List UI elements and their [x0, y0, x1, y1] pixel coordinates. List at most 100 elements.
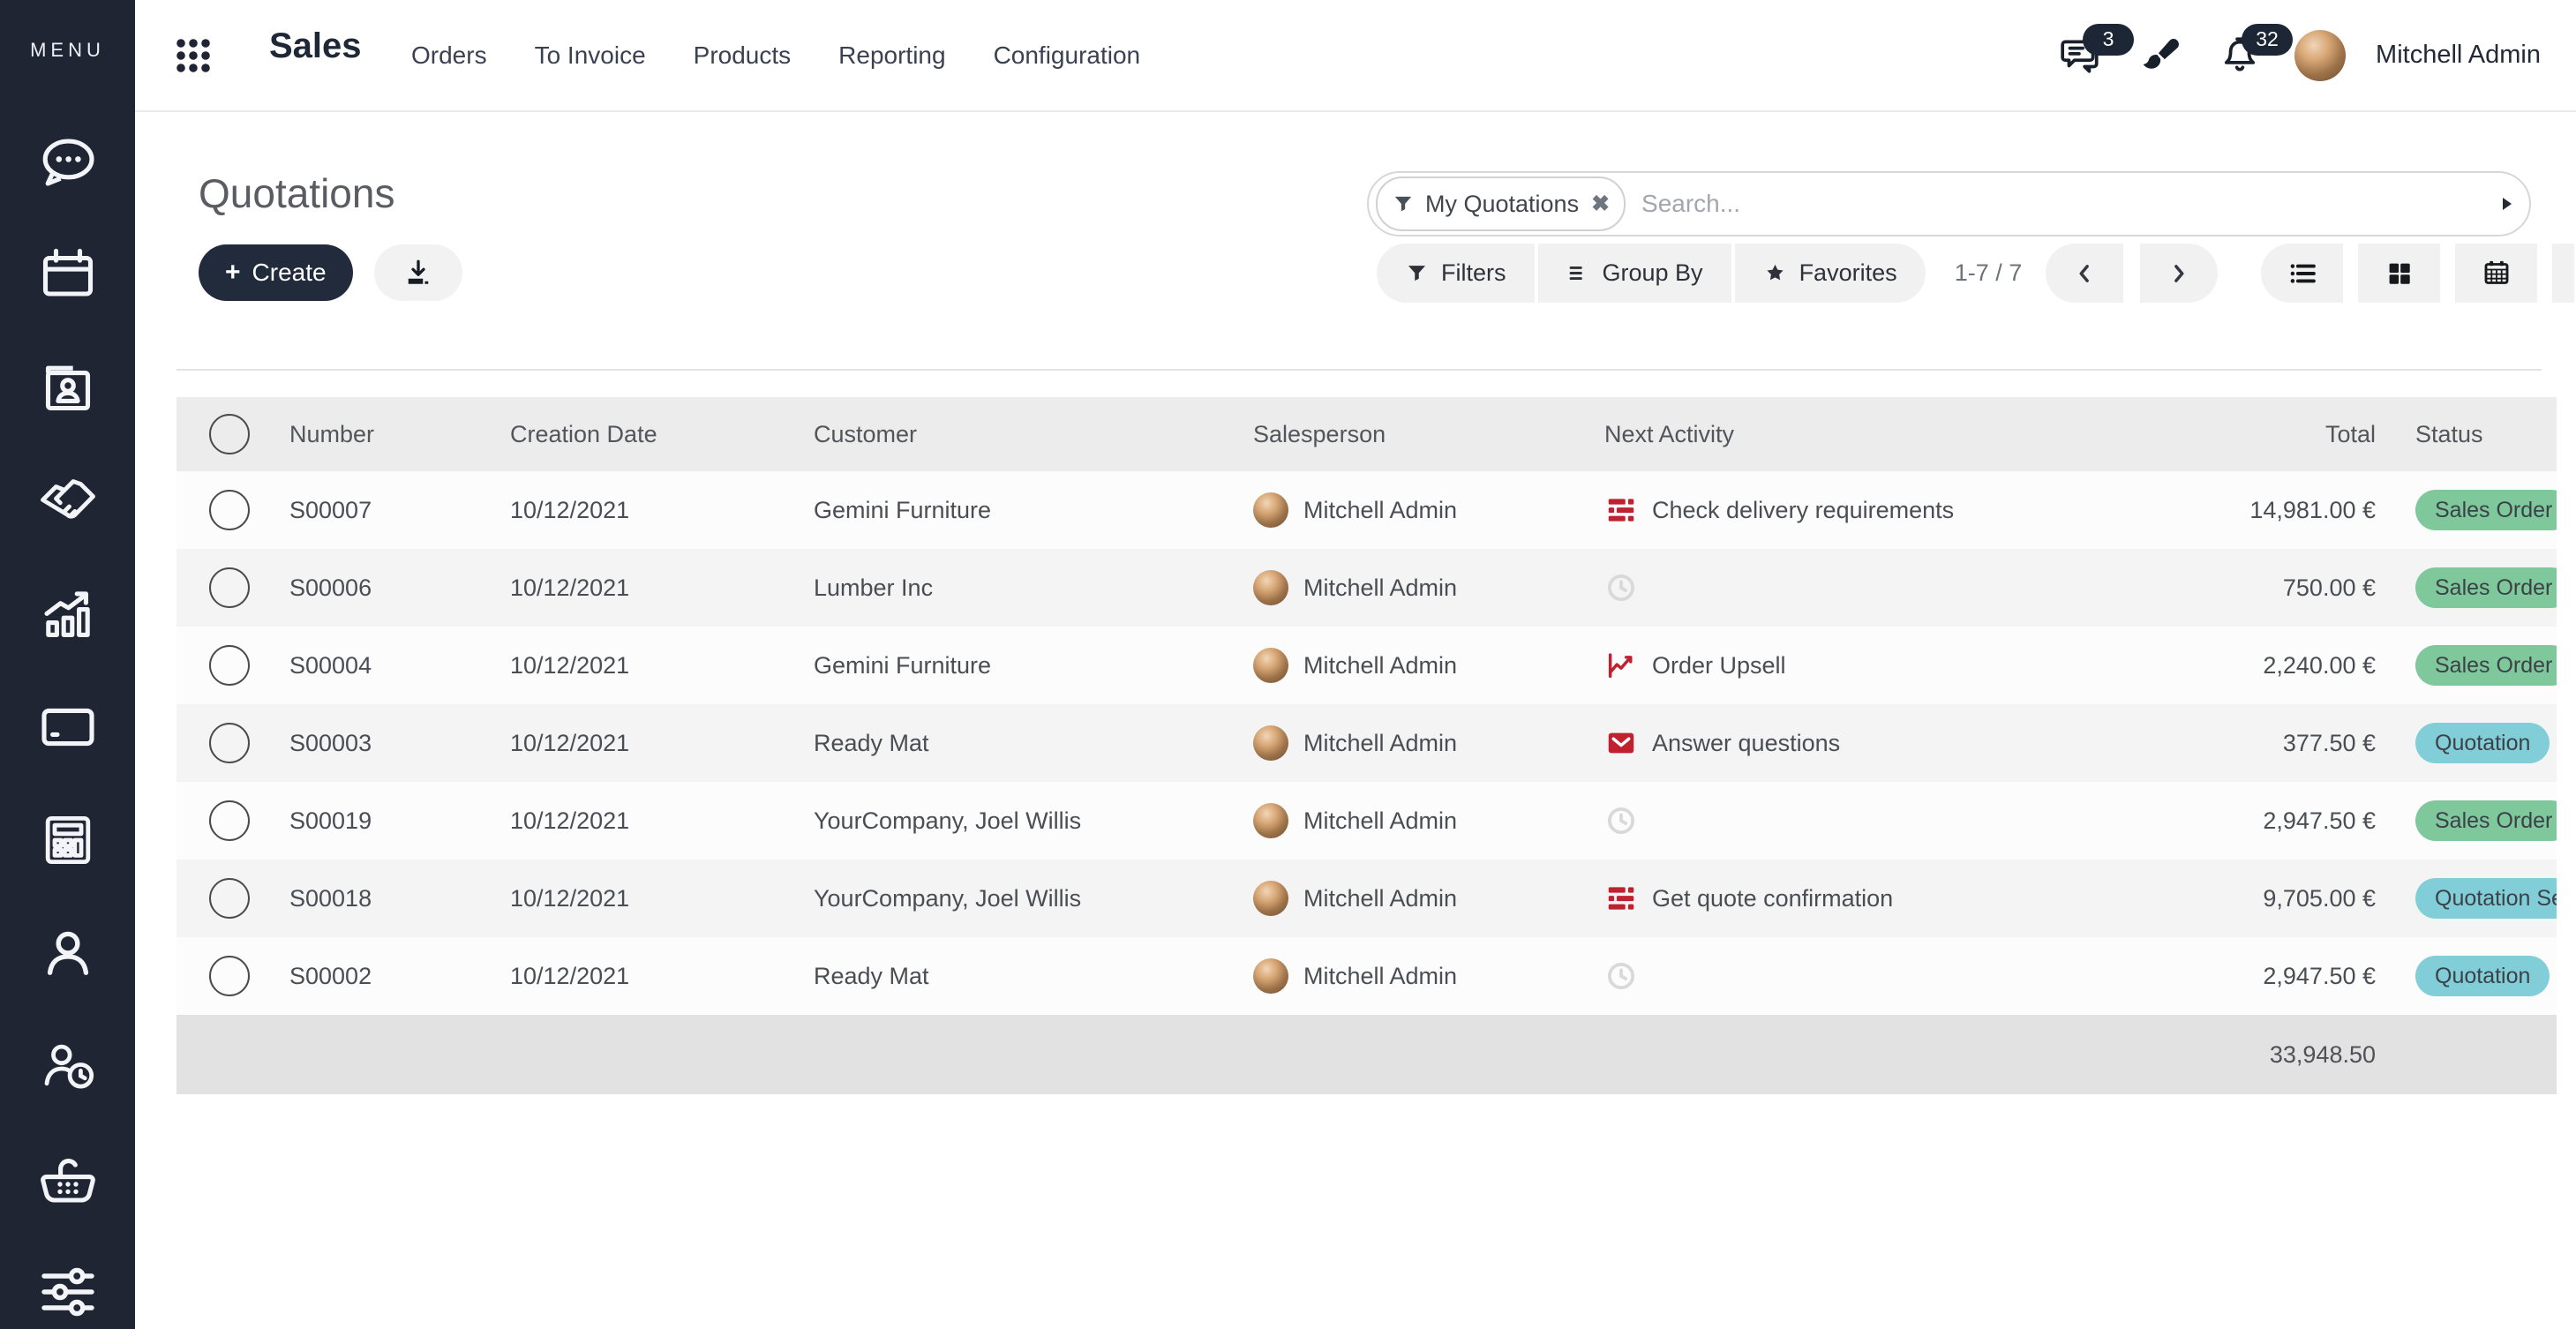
creation-date: 10/12/2021 — [494, 574, 794, 602]
export-button[interactable] — [374, 244, 462, 301]
app-name[interactable]: Sales — [269, 26, 362, 66]
row-checkbox[interactable] — [209, 645, 250, 686]
next-activity-cell[interactable] — [1588, 804, 2065, 837]
select-all-checkbox[interactable] — [209, 414, 250, 454]
next-activity-cell[interactable] — [1588, 959, 2065, 993]
sidebar-item-crm[interactable] — [36, 469, 100, 533]
total-amount: 377.50 € — [2065, 730, 2383, 757]
kanban-view-icon — [2384, 258, 2415, 289]
kanban-view-button[interactable] — [2358, 244, 2440, 303]
handshake-icon — [36, 469, 100, 533]
topbar-right: 3 32 Mitchell Admin — [2056, 0, 2541, 110]
tasks-icon — [1604, 493, 1638, 527]
nav-reporting[interactable]: Reporting — [838, 41, 945, 70]
sidebar-item-employees[interactable] — [36, 921, 100, 985]
create-button[interactable]: + Create — [199, 244, 353, 301]
next-activity-cell[interactable]: Order Upsell — [1588, 649, 2065, 682]
quotation-number: S00003 — [282, 730, 494, 757]
search-input[interactable] — [1640, 189, 2496, 219]
extra-view-button[interactable] — [2552, 244, 2574, 303]
row-checkbox[interactable] — [209, 723, 250, 763]
user-avatar[interactable] — [2294, 30, 2346, 81]
quotation-number: S00004 — [282, 652, 494, 680]
activity-label: Check delivery requirements — [1652, 497, 1954, 524]
row-checkbox[interactable] — [209, 567, 250, 608]
next-activity-cell[interactable] — [1588, 571, 2065, 604]
nav-configuration[interactable]: Configuration — [994, 41, 1141, 70]
notifications-button[interactable]: 32 — [2215, 31, 2264, 80]
header-next-activity[interactable]: Next Activity — [1588, 421, 2065, 448]
pager-range: 1-7 / 7 — [1931, 244, 2046, 303]
chat-bubble-icon — [36, 131, 100, 194]
header-status[interactable]: Status — [2383, 421, 2557, 448]
star-icon — [1763, 261, 1787, 285]
table-footer-row: 33,948.50 — [176, 1015, 2557, 1094]
apps-grid-icon[interactable] — [172, 34, 214, 77]
messages-button[interactable]: 3 — [2056, 31, 2106, 80]
customer-name: YourCompany, Joel Willis — [794, 885, 1235, 912]
sidebar-item-invoicing[interactable] — [36, 695, 100, 759]
nav-to-invoice[interactable]: To Invoice — [535, 41, 646, 70]
nav-products[interactable]: Products — [694, 41, 792, 70]
customer-name: YourCompany, Joel Willis — [794, 807, 1235, 835]
sidebar-item-attendances[interactable] — [36, 1034, 100, 1098]
download-icon — [402, 257, 434, 289]
next-activity-cell[interactable]: Get quote confirmation — [1588, 882, 2065, 915]
header-total[interactable]: Total — [2065, 421, 2383, 448]
sidebar-item-purchase[interactable] — [36, 1147, 100, 1211]
credit-card-icon — [36, 695, 100, 759]
table-row[interactable]: S00007 10/12/2021 Gemini Furniture Mitch… — [176, 471, 2557, 549]
search-caret-icon[interactable] — [2503, 198, 2512, 210]
header-number[interactable]: Number — [282, 421, 494, 448]
salesperson-avatar — [1253, 648, 1288, 683]
customer-name: Ready Mat — [794, 730, 1235, 757]
table-row[interactable]: S00003 10/12/2021 Ready Mat Mitchell Adm… — [176, 704, 2557, 782]
user-name[interactable]: Mitchell Admin — [2376, 41, 2541, 70]
nav-orders[interactable]: Orders — [411, 41, 487, 70]
sidebar-item-calendar[interactable] — [36, 244, 100, 307]
sidebar-item-accounting[interactable] — [36, 808, 100, 872]
status-badge: Quotation Sent — [2415, 878, 2557, 919]
sidebar-item-sales[interactable] — [36, 582, 100, 646]
header-creation-date[interactable]: Creation Date — [494, 421, 794, 448]
sidebar-item-contacts[interactable] — [36, 357, 100, 420]
messages-badge: 3 — [2083, 24, 2134, 56]
next-activity-cell[interactable]: Check delivery requirements — [1588, 493, 2065, 527]
filter-chip-close-icon[interactable]: ✖ — [1591, 191, 1610, 217]
header-customer[interactable]: Customer — [794, 421, 1235, 448]
quotation-number: S00007 — [282, 497, 494, 524]
table-row[interactable]: S00019 10/12/2021 YourCompany, Joel Will… — [176, 782, 2557, 860]
row-checkbox[interactable] — [209, 956, 250, 996]
table-row[interactable]: S00018 10/12/2021 YourCompany, Joel Will… — [176, 860, 2557, 937]
creation-date: 10/12/2021 — [494, 497, 794, 524]
brush-button[interactable] — [2136, 31, 2185, 80]
table-row[interactable]: S00002 10/12/2021 Ready Mat Mitchell Adm… — [176, 937, 2557, 1015]
search-bar[interactable]: My Quotations ✖ — [1367, 171, 2531, 237]
clock-icon — [1604, 804, 1638, 837]
row-checkbox[interactable] — [209, 878, 250, 919]
plus-icon: + — [225, 259, 241, 286]
list-view-button[interactable] — [2261, 244, 2343, 303]
header-salesperson[interactable]: Salesperson — [1235, 421, 1588, 448]
group-by-button[interactable]: Group By — [1538, 244, 1731, 303]
calendar-view-button[interactable] — [2455, 244, 2537, 303]
table-row[interactable]: S00006 10/12/2021 Lumber Inc Mitchell Ad… — [176, 549, 2557, 627]
pager-previous-button[interactable] — [2046, 244, 2123, 303]
menu-label[interactable]: MENU — [0, 39, 135, 62]
sidebar-item-settings[interactable] — [36, 1260, 100, 1324]
creation-date: 10/12/2021 — [494, 807, 794, 835]
filter-chip[interactable]: My Quotations ✖ — [1376, 176, 1626, 231]
sidebar-item-discuss[interactable] — [36, 131, 100, 194]
table-row[interactable]: S00004 10/12/2021 Gemini Furniture Mitch… — [176, 627, 2557, 704]
salesperson-name: Mitchell Admin — [1303, 963, 1457, 990]
next-activity-cell[interactable]: Answer questions — [1588, 726, 2065, 760]
total-amount: 2,947.50 € — [2065, 807, 2383, 835]
chart-up-icon — [1604, 649, 1638, 682]
row-checkbox[interactable] — [209, 490, 250, 530]
pager-next-button[interactable] — [2140, 244, 2218, 303]
filters-button[interactable]: Filters — [1377, 244, 1535, 303]
favorites-button[interactable]: Favorites — [1735, 244, 1926, 303]
total-amount: 9,705.00 € — [2065, 885, 2383, 912]
status-badge: Quotation — [2415, 956, 2550, 996]
row-checkbox[interactable] — [209, 800, 250, 841]
